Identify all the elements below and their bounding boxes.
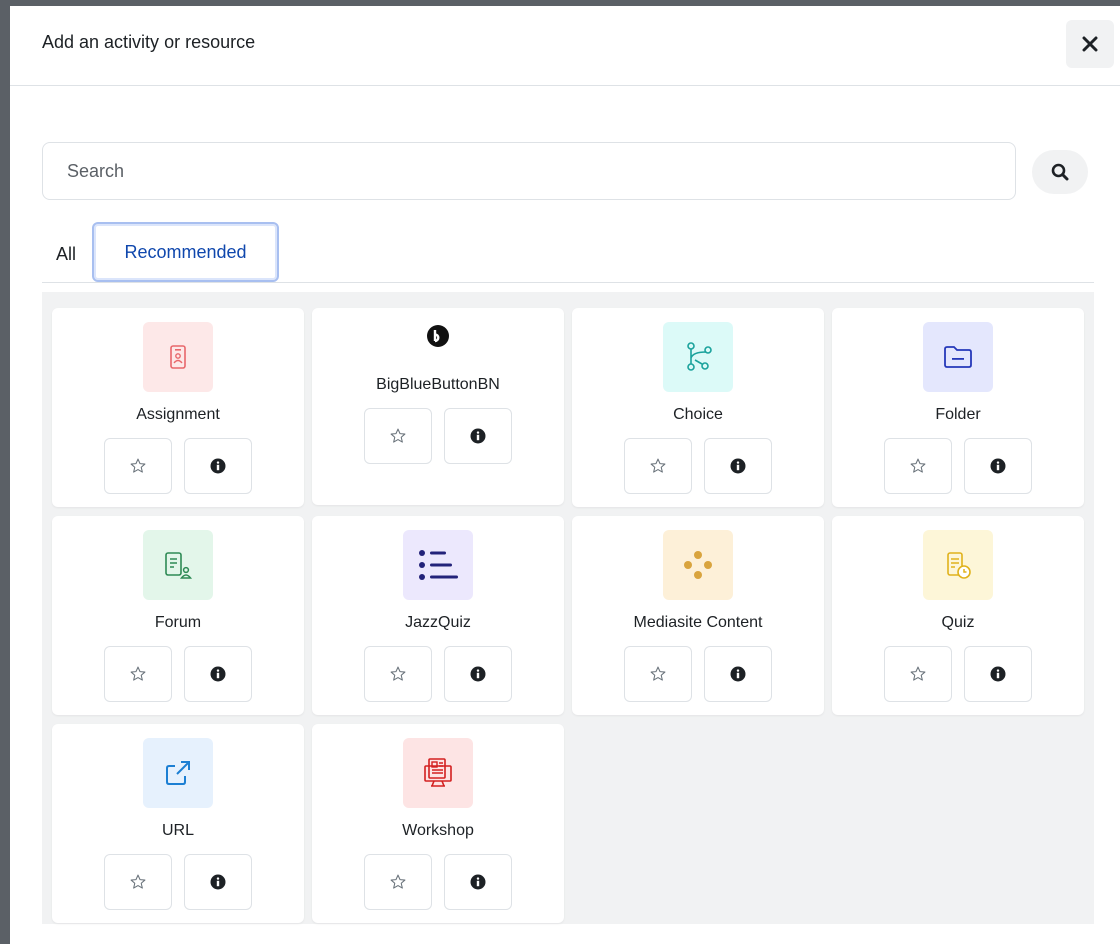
info-button[interactable] bbox=[184, 854, 252, 910]
modal-title: Add an activity or resource bbox=[42, 32, 256, 52]
search-icon bbox=[1051, 163, 1069, 181]
close-button[interactable] bbox=[1066, 20, 1114, 68]
activity-card[interactable]: Assignment bbox=[52, 308, 304, 507]
info-icon bbox=[990, 458, 1006, 474]
star-icon bbox=[390, 428, 406, 443]
activity-name: Forum bbox=[154, 614, 202, 631]
activity-name: Choice bbox=[673, 406, 723, 423]
star-button[interactable] bbox=[364, 854, 432, 910]
activity-card[interactable]: JazzQuiz bbox=[312, 516, 564, 715]
activity-name: Quiz bbox=[941, 614, 975, 631]
activity-name: Folder bbox=[935, 406, 981, 423]
star-icon bbox=[130, 874, 146, 889]
star-button[interactable] bbox=[884, 438, 952, 494]
activity-name: BigBlueButtonBN bbox=[376, 376, 500, 393]
activity-card[interactable]: Forum bbox=[52, 516, 304, 715]
star-button[interactable] bbox=[364, 408, 432, 464]
choice-icon bbox=[681, 340, 715, 374]
activity-icon-tile bbox=[663, 530, 733, 600]
info-icon bbox=[470, 874, 486, 890]
activity-card[interactable]: Workshop bbox=[312, 724, 564, 923]
info-button[interactable] bbox=[184, 438, 252, 494]
activity-card[interactable]: Mediasite Content bbox=[572, 516, 824, 715]
activity-icon-tile bbox=[143, 322, 213, 392]
star-icon bbox=[390, 874, 406, 889]
info-button[interactable] bbox=[184, 646, 252, 702]
info-button[interactable] bbox=[444, 854, 512, 910]
star-icon bbox=[130, 458, 146, 473]
tab-all[interactable]: All bbox=[56, 244, 76, 265]
search-button[interactable] bbox=[1032, 150, 1088, 194]
activity-icon-tile bbox=[403, 738, 473, 808]
search-input[interactable] bbox=[43, 143, 1015, 199]
url-icon bbox=[163, 758, 193, 788]
info-button[interactable] bbox=[704, 646, 772, 702]
star-icon bbox=[390, 666, 406, 681]
activity-icon-tile bbox=[143, 530, 213, 600]
star-icon bbox=[650, 458, 666, 473]
activity-name: Assignment bbox=[136, 406, 220, 423]
activity-card[interactable]: URL bbox=[52, 724, 304, 923]
info-button[interactable] bbox=[444, 646, 512, 702]
star-button[interactable] bbox=[104, 646, 172, 702]
activity-name: Workshop bbox=[402, 822, 474, 839]
star-icon bbox=[650, 666, 666, 681]
forum-icon bbox=[161, 549, 195, 581]
activity-grid: Assignment BigBlueButtonBN Choice Folder For… bbox=[42, 292, 1094, 924]
activity-card[interactable]: Choice bbox=[572, 308, 824, 507]
info-button[interactable] bbox=[704, 438, 772, 494]
info-icon bbox=[470, 666, 486, 682]
activity-name: Mediasite Content bbox=[633, 614, 763, 631]
jazzquiz-icon bbox=[416, 547, 460, 583]
assignment-icon bbox=[163, 342, 193, 372]
star-button[interactable] bbox=[104, 854, 172, 910]
star-button[interactable] bbox=[624, 438, 692, 494]
search-field bbox=[42, 142, 1016, 200]
star-button[interactable] bbox=[624, 646, 692, 702]
info-icon bbox=[990, 666, 1006, 682]
activity-icon-tile bbox=[663, 322, 733, 392]
bigbluebutton-icon bbox=[426, 324, 450, 348]
category-tabs: All Recommended bbox=[42, 220, 1094, 283]
workshop-icon bbox=[421, 756, 455, 790]
info-icon bbox=[210, 874, 226, 890]
activity-card[interactable]: Quiz bbox=[832, 516, 1084, 715]
close-icon bbox=[1082, 36, 1098, 52]
info-icon bbox=[210, 666, 226, 682]
star-icon bbox=[910, 666, 926, 681]
star-icon bbox=[910, 458, 926, 473]
star-button[interactable] bbox=[884, 646, 952, 702]
activity-card[interactable]: BigBlueButtonBN bbox=[312, 308, 564, 505]
tab-recommended[interactable]: Recommended bbox=[92, 222, 279, 282]
activity-name: URL bbox=[161, 822, 194, 839]
info-icon bbox=[730, 666, 746, 682]
info-icon bbox=[210, 458, 226, 474]
info-button[interactable] bbox=[964, 646, 1032, 702]
quiz-icon bbox=[942, 549, 974, 581]
activity-chooser-modal: Add an activity or resource All Recommen… bbox=[10, 6, 1120, 944]
info-icon bbox=[470, 428, 486, 444]
activity-name: JazzQuiz bbox=[405, 614, 471, 631]
star-button[interactable] bbox=[104, 438, 172, 494]
star-icon bbox=[130, 666, 146, 681]
info-button[interactable] bbox=[444, 408, 512, 464]
star-button[interactable] bbox=[364, 646, 432, 702]
activity-icon-tile bbox=[923, 530, 993, 600]
info-button[interactable] bbox=[964, 438, 1032, 494]
activity-card[interactable]: Folder bbox=[832, 308, 1084, 507]
folder-icon bbox=[942, 343, 974, 371]
modal-header: Add an activity or resource bbox=[10, 6, 1120, 86]
info-icon bbox=[730, 458, 746, 474]
mediasite-icon bbox=[681, 548, 715, 582]
activity-icon-tile bbox=[403, 530, 473, 600]
activity-icon-tile bbox=[143, 738, 213, 808]
activity-icon-tile bbox=[923, 322, 993, 392]
activity-icon-tile bbox=[403, 316, 473, 356]
